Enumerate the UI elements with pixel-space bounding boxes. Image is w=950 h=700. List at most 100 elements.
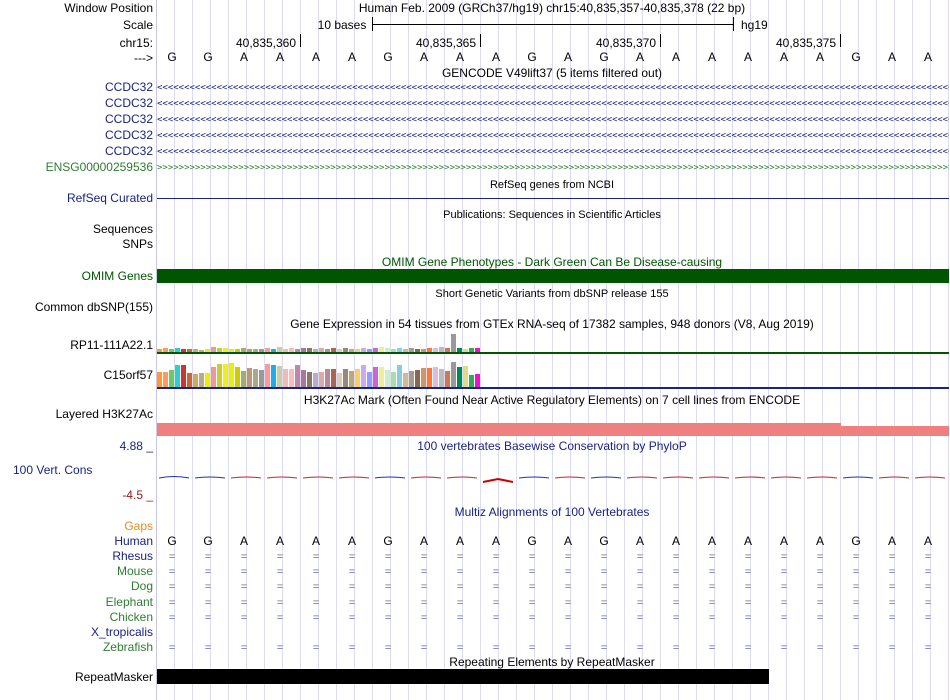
h3k27ac-signal-bar[interactable] xyxy=(841,426,949,436)
gtex-tissue-bar[interactable] xyxy=(409,348,414,352)
gtex-tissue-bar[interactable] xyxy=(475,348,480,352)
gtex-tissue-bar[interactable] xyxy=(373,367,378,387)
gtex-tissue-bar[interactable] xyxy=(265,348,270,352)
gtex-tissue-bar[interactable] xyxy=(175,365,180,387)
gtex-tissue-bar[interactable] xyxy=(457,348,462,352)
gtex-tissue-bar[interactable] xyxy=(271,349,276,352)
gtex-tissue-bar[interactable] xyxy=(289,369,294,387)
gtex-tissue-bar[interactable] xyxy=(433,348,438,352)
gtex-tissue-bar[interactable] xyxy=(445,371,450,387)
gtex-tissue-bar[interactable] xyxy=(223,348,228,352)
gtex-tissue-bar[interactable] xyxy=(451,334,456,352)
gtex-tissue-bar[interactable] xyxy=(205,349,210,352)
gtex-tissue-bar[interactable] xyxy=(241,348,246,352)
human-row-label[interactable]: Human xyxy=(114,534,153,548)
gtex-tissue-bar[interactable] xyxy=(301,348,306,352)
gtex-tissue-bar[interactable] xyxy=(307,348,312,352)
gtex-tissue-bar[interactable] xyxy=(361,365,366,387)
gtex-tissue-bar[interactable] xyxy=(367,372,372,387)
gtex-tissue-bar[interactable] xyxy=(289,348,294,352)
gtex-tissue-bar[interactable] xyxy=(247,349,252,352)
gtex-tissue-bar[interactable] xyxy=(199,373,204,387)
gtex-tissue-bar[interactable] xyxy=(271,365,276,387)
genome-browser-image[interactable]: Window Position Scale chr15: ---> Human … xyxy=(0,0,950,700)
species-label[interactable]: Chicken xyxy=(110,610,153,624)
gtex-tissue-bar[interactable] xyxy=(343,348,348,352)
gtex-tissue-bar[interactable] xyxy=(385,348,390,352)
species-label[interactable]: X_tropicalis xyxy=(91,625,153,639)
gtex-tissue-bar[interactable] xyxy=(229,363,234,387)
gtex-tissue-bar[interactable] xyxy=(277,366,282,387)
gtex-tissue-bar[interactable] xyxy=(367,349,372,352)
gtex-tissue-bar[interactable] xyxy=(259,370,264,387)
h3k27ac-signal-bar[interactable] xyxy=(157,423,841,436)
gtex-tissue-bar[interactable] xyxy=(445,348,450,352)
gtex-tissue-bar[interactable] xyxy=(181,349,186,352)
gtex-tissue-bar[interactable] xyxy=(217,348,222,352)
gtex-tissue-bar[interactable] xyxy=(463,366,468,387)
gtex-tissue-bar[interactable] xyxy=(355,349,360,352)
species-label[interactable]: Rhesus xyxy=(112,549,153,563)
gtex-tissue-bar[interactable] xyxy=(199,350,204,352)
gtex-tissue-bar[interactable] xyxy=(169,370,174,387)
gtex-tissue-bar[interactable] xyxy=(433,367,438,387)
gtex-tissue-bar[interactable] xyxy=(427,368,432,387)
gtex-tissue-bar[interactable] xyxy=(439,347,444,352)
gtex-tissue-bar[interactable] xyxy=(211,347,216,352)
h3k27ac-track-label[interactable]: Layered H3K27Ac xyxy=(56,407,153,421)
gtex-tissue-bar[interactable] xyxy=(187,349,192,352)
gtex-tissue-bar[interactable] xyxy=(451,362,456,387)
gtex-tissue-bar[interactable] xyxy=(307,372,312,387)
gtex-tissue-bar[interactable] xyxy=(265,364,270,387)
phylop-track-label[interactable]: 100 Vert. Cons xyxy=(13,463,92,477)
gtex-tissue-bar[interactable] xyxy=(301,370,306,387)
gtex-tissue-bar[interactable] xyxy=(343,369,348,387)
gtex-tissue-bar[interactable] xyxy=(349,371,354,387)
gtex-tissue-bar[interactable] xyxy=(463,349,468,352)
gtex-tissue-bar[interactable] xyxy=(337,373,342,387)
gtex-tissue-bar[interactable] xyxy=(223,364,228,387)
gtex-tissue-bar[interactable] xyxy=(319,348,324,352)
gtex-tissue-bar[interactable] xyxy=(379,347,384,352)
gtex-tissue-bar[interactable] xyxy=(361,348,366,352)
gtex-tissue-bar[interactable] xyxy=(373,348,378,352)
gtex-tissue-bar[interactable] xyxy=(313,349,318,352)
gtex-tissue-bar[interactable] xyxy=(235,367,240,387)
gtex-tissue-bar[interactable] xyxy=(157,349,162,352)
gtex-tissue-bar[interactable] xyxy=(385,370,390,387)
gtex-tissue-bar[interactable] xyxy=(205,373,210,387)
gtex-tissue-bar[interactable] xyxy=(379,367,384,387)
gtex-tissue-bar[interactable] xyxy=(415,370,420,387)
gtex-tissue-bar[interactable] xyxy=(397,365,402,387)
gtex-tissue-bar[interactable] xyxy=(331,369,336,387)
gtex-tissue-bar[interactable] xyxy=(337,349,342,352)
gtex-tissue-bar[interactable] xyxy=(331,348,336,352)
gtex-tissue-bar[interactable] xyxy=(187,373,192,387)
species-label[interactable]: Elephant xyxy=(106,595,153,609)
gtex-tissue-bar[interactable] xyxy=(313,373,318,387)
gtex-tissue-bar[interactable] xyxy=(253,369,258,387)
gtex-tissue-bar[interactable] xyxy=(181,365,186,387)
species-label[interactable]: Zebrafish xyxy=(103,640,153,654)
gtex-tissue-bar[interactable] xyxy=(439,369,444,387)
gtex-tissue-bar[interactable] xyxy=(163,372,168,387)
gtex-tissue-bar[interactable] xyxy=(325,349,330,352)
gtex-tissue-bar[interactable] xyxy=(427,348,432,352)
gtex-tissue-bar[interactable] xyxy=(415,349,420,352)
gtex-tissue-bar[interactable] xyxy=(241,371,246,387)
gtex-tissue-bar[interactable] xyxy=(259,349,264,352)
gtex-tissue-bar[interactable] xyxy=(325,369,330,387)
gtex-tissue-bar[interactable] xyxy=(193,349,198,352)
gtex-tissue-bar[interactable] xyxy=(355,369,360,387)
gtex-tissue-bar[interactable] xyxy=(229,349,234,352)
gtex-tissue-bar[interactable] xyxy=(295,349,300,352)
gtex-tissue-bar[interactable] xyxy=(253,349,258,352)
gtex-tissue-bar[interactable] xyxy=(403,349,408,352)
gtex-tissue-bar[interactable] xyxy=(217,364,222,387)
species-label[interactable]: Mouse xyxy=(117,564,153,578)
gtex-tissue-bar[interactable] xyxy=(421,368,426,387)
gtex-tissue-bar[interactable] xyxy=(391,349,396,352)
gtex-tissue-bar[interactable] xyxy=(211,367,216,387)
gtex-tissue-bar[interactable] xyxy=(169,349,174,352)
gtex-tissue-bar[interactable] xyxy=(469,348,474,352)
